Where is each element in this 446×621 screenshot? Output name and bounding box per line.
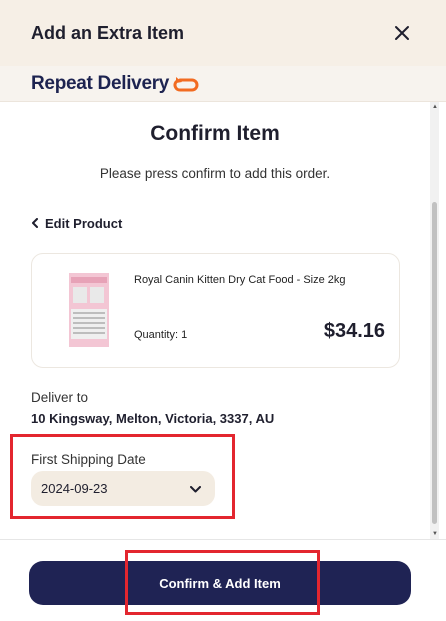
modal-footer: Confirm & Add Item — [0, 539, 446, 621]
modal-header: Add an Extra Item — [0, 0, 446, 66]
confirm-title: Confirm Item — [150, 122, 280, 145]
brand-bar: Repeat Delivery — [0, 66, 446, 102]
chevron-down-icon — [190, 481, 201, 496]
chevron-left-icon — [31, 216, 39, 231]
close-icon[interactable] — [390, 21, 414, 45]
scrollbar[interactable]: ▲ ▼ — [430, 102, 439, 539]
deliver-to-label: Deliver to — [31, 390, 89, 405]
product-quantity: Quantity: 1 — [134, 329, 188, 341]
modal-content: Confirm Item Please press confirm to add… — [0, 102, 430, 539]
modal-title: Add an Extra Item — [31, 22, 185, 43]
repeat-arrow-icon — [173, 75, 199, 93]
shipping-date-value: 2024-09-23 — [41, 481, 108, 496]
product-card: Royal Canin Kitten Dry Cat Food - Size 2… — [31, 253, 400, 368]
product-image — [65, 269, 113, 351]
first-shipping-date-label: First Shipping Date — [31, 452, 146, 467]
delivery-address: 10 Kingsway, Melton, Victoria, 3337, AU — [31, 411, 275, 426]
product-price: $34.16 — [323, 320, 385, 342]
product-name: Royal Canin Kitten Dry Cat Food - Size 2… — [134, 274, 346, 286]
scroll-up-icon[interactable]: ▲ — [432, 104, 438, 110]
brand-name: Repeat Delivery — [31, 72, 170, 94]
shipping-date-select[interactable]: 2024-09-23 — [31, 471, 215, 506]
edit-product-link[interactable]: Edit Product — [31, 216, 122, 231]
edit-product-label: Edit Product — [45, 216, 123, 231]
scroll-thumb[interactable] — [432, 202, 437, 524]
scroll-down-icon[interactable]: ▼ — [432, 531, 438, 537]
confirm-add-item-button[interactable]: Confirm & Add Item — [29, 561, 411, 605]
confirm-subtitle: Please press confirm to add this order. — [99, 166, 331, 181]
